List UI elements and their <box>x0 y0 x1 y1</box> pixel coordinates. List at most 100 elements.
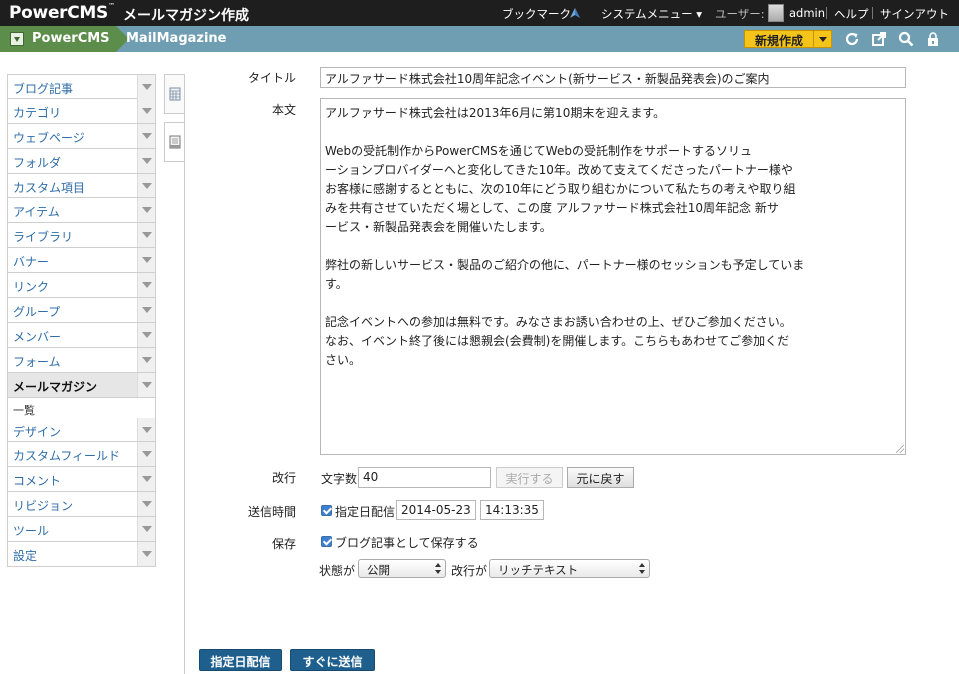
scheduled-send-button[interactable]: 指定日配信 <box>199 649 282 671</box>
new-create-label: 新規作成 <box>755 34 804 48</box>
content-divider <box>184 74 185 674</box>
breadcrumb-home[interactable]: PowerCMS <box>0 26 129 52</box>
char-count-input[interactable]: 40 <box>358 467 491 488</box>
scheduled-label[interactable]: 指定日配信 <box>335 503 395 520</box>
sidebar-item-label[interactable]: リビジョン <box>13 497 73 514</box>
sidebar-item-mail-magazine[interactable]: メールマガジン <box>7 372 156 398</box>
status-select[interactable]: 公開 <box>358 559 446 578</box>
status-label: 状態が <box>319 564 356 578</box>
chevron-down-icon[interactable] <box>137 347 155 372</box>
chevron-down-icon[interactable] <box>137 223 155 248</box>
scheduled-checkbox[interactable] <box>321 505 332 516</box>
sidebar-item-label[interactable]: ウェブページ <box>13 129 85 146</box>
sidebar-item-label[interactable]: ブログ記事 <box>13 80 73 97</box>
sidebar-item-folder[interactable]: フォルダ <box>7 148 156 174</box>
bookmark-icon[interactable] <box>568 6 582 20</box>
sidebar-item-asset[interactable]: アイテム <box>7 198 156 224</box>
sidebar-item-label[interactable]: カテゴリ <box>13 104 61 121</box>
sidebar-item-label[interactable]: ライブラリ <box>13 228 73 245</box>
breadcrumb-current[interactable]: MailMagazine <box>126 31 227 46</box>
sidebar-item-settings[interactable]: 設定 <box>7 542 156 567</box>
lock-icon[interactable] <box>925 31 941 47</box>
brand-logo[interactable]: PowerCMS™ <box>9 2 115 23</box>
tab-calendar[interactable] <box>164 74 184 114</box>
date-field[interactable]: 2014-05-23 <box>396 500 476 520</box>
sidebar-item-label[interactable]: 設定 <box>13 547 37 564</box>
body-textarea[interactable]: アルファサード株式会社は2013年6月に第10期末を迎えます。 Webの受託制作… <box>320 98 906 455</box>
sidebar-item-custom-item[interactable]: カスタム項目 <box>7 173 156 199</box>
sidebar-item-label[interactable]: メールマガジン <box>13 378 97 395</box>
sidebar-item-label[interactable]: カスタムフィールド <box>13 447 120 464</box>
sidebar-item-label[interactable]: バナー <box>13 253 49 270</box>
sidebar-item-link[interactable]: リンク <box>7 273 156 299</box>
chevron-down-icon[interactable] <box>137 198 155 223</box>
sidebar-item-member[interactable]: メンバー <box>7 322 156 348</box>
chevron-down-icon[interactable] <box>137 273 155 298</box>
sidebar-item-form[interactable]: フォーム <box>7 347 156 373</box>
search-icon[interactable] <box>898 31 914 47</box>
sidebar-item-label[interactable]: グループ <box>13 303 60 320</box>
sidebar-item-revision[interactable]: リビジョン <box>7 492 156 518</box>
resize-handle[interactable] <box>896 445 904 453</box>
sidebar-subitem-list[interactable]: 一覧 <box>7 397 156 418</box>
chevron-down-icon[interactable] <box>137 148 155 173</box>
sidebar-item-label[interactable]: デザイン <box>13 423 61 440</box>
sidebar-item-custom-field[interactable]: カスタムフィールド <box>7 442 156 468</box>
chevron-down-icon[interactable] <box>137 542 155 566</box>
chevron-down-icon[interactable] <box>137 492 155 517</box>
sidebar-item-tools[interactable]: ツール <box>7 517 156 543</box>
chevron-down-icon[interactable] <box>137 75 155 99</box>
chevron-down-icon[interactable] <box>137 467 155 492</box>
save-as-entry-checkbox[interactable] <box>321 536 332 547</box>
sidebar-item-blog-entry[interactable]: ブログ記事 <box>7 74 156 99</box>
sidebar-item-banner[interactable]: バナー <box>7 248 156 274</box>
linebreak-select[interactable]: リッチテキスト <box>489 559 650 578</box>
sidebar-item-design[interactable]: デザイン <box>7 417 156 443</box>
sidebar-item-label[interactable]: フォーム <box>13 353 61 370</box>
chevron-down-icon[interactable] <box>137 173 155 198</box>
time-field[interactable]: 14:13:35 <box>480 500 544 520</box>
chevron-down-icon[interactable] <box>137 322 155 347</box>
new-create-button[interactable]: 新規作成 <box>744 30 832 48</box>
chevron-down-icon[interactable] <box>137 372 155 397</box>
sidebar-item-label[interactable]: ツール <box>13 522 49 539</box>
sidebar-item-category[interactable]: カテゴリ <box>7 98 156 124</box>
sidebar-item-label[interactable]: フォルダ <box>13 154 61 171</box>
sidebar-item-group[interactable]: グループ <box>7 298 156 323</box>
bookmark-link[interactable]: ブックマーク <box>502 6 571 22</box>
chevron-down-icon[interactable] <box>137 98 155 123</box>
sidebar-item-label[interactable]: アイテム <box>13 203 60 220</box>
username-link[interactable]: admin <box>789 6 825 20</box>
chevron-down-icon[interactable] <box>137 417 155 442</box>
refresh-icon[interactable] <box>844 31 860 47</box>
chevron-down-icon[interactable] <box>137 248 155 273</box>
revert-button[interactable]: 元に戻す <box>567 467 634 488</box>
sidebar-item-label[interactable]: リンク <box>13 278 49 295</box>
breadcrumb-home-label[interactable]: PowerCMS <box>32 31 110 46</box>
linebreak-label: 改行が <box>451 564 488 578</box>
chevron-down-icon[interactable] <box>137 517 155 542</box>
send-now-button[interactable]: すぐに送信 <box>290 649 375 671</box>
sidebar-item-comment[interactable]: コメント <box>7 467 156 493</box>
avatar[interactable] <box>768 4 784 22</box>
sidebar-item-label[interactable]: コメント <box>13 472 61 489</box>
sidebar-item-label[interactable]: カスタム項目 <box>13 179 85 196</box>
chevron-down-icon[interactable] <box>137 123 155 148</box>
system-menu-link[interactable]: システムメニュー ▾ <box>601 6 702 22</box>
save-as-entry-label[interactable]: ブログ記事として保存する <box>335 534 479 551</box>
execute-button[interactable]: 実行する <box>496 467 563 488</box>
title-field[interactable]: アルファサード株式会社10周年記念イベント(新サービス・新製品発表会)のご案内 <box>320 67 906 88</box>
sidebar-item-label[interactable]: メンバー <box>13 328 61 345</box>
chevron-down-icon[interactable] <box>813 31 831 47</box>
chevron-down-icon[interactable] <box>137 442 155 467</box>
external-link-icon[interactable] <box>871 31 887 47</box>
title-label: タイトル <box>247 71 296 85</box>
help-link[interactable]: ヘルプ <box>834 6 869 22</box>
sidebar-item-webpage[interactable]: ウェブページ <box>7 123 156 149</box>
chevron-down-icon[interactable] <box>10 32 24 46</box>
sidebar-item-library[interactable]: ライブラリ <box>7 223 156 249</box>
chevron-down-icon[interactable] <box>137 298 155 322</box>
tab-document[interactable] <box>164 122 184 162</box>
signout-link[interactable]: サインアウト <box>880 6 949 22</box>
send-time-label: 送信時間 <box>247 505 296 519</box>
